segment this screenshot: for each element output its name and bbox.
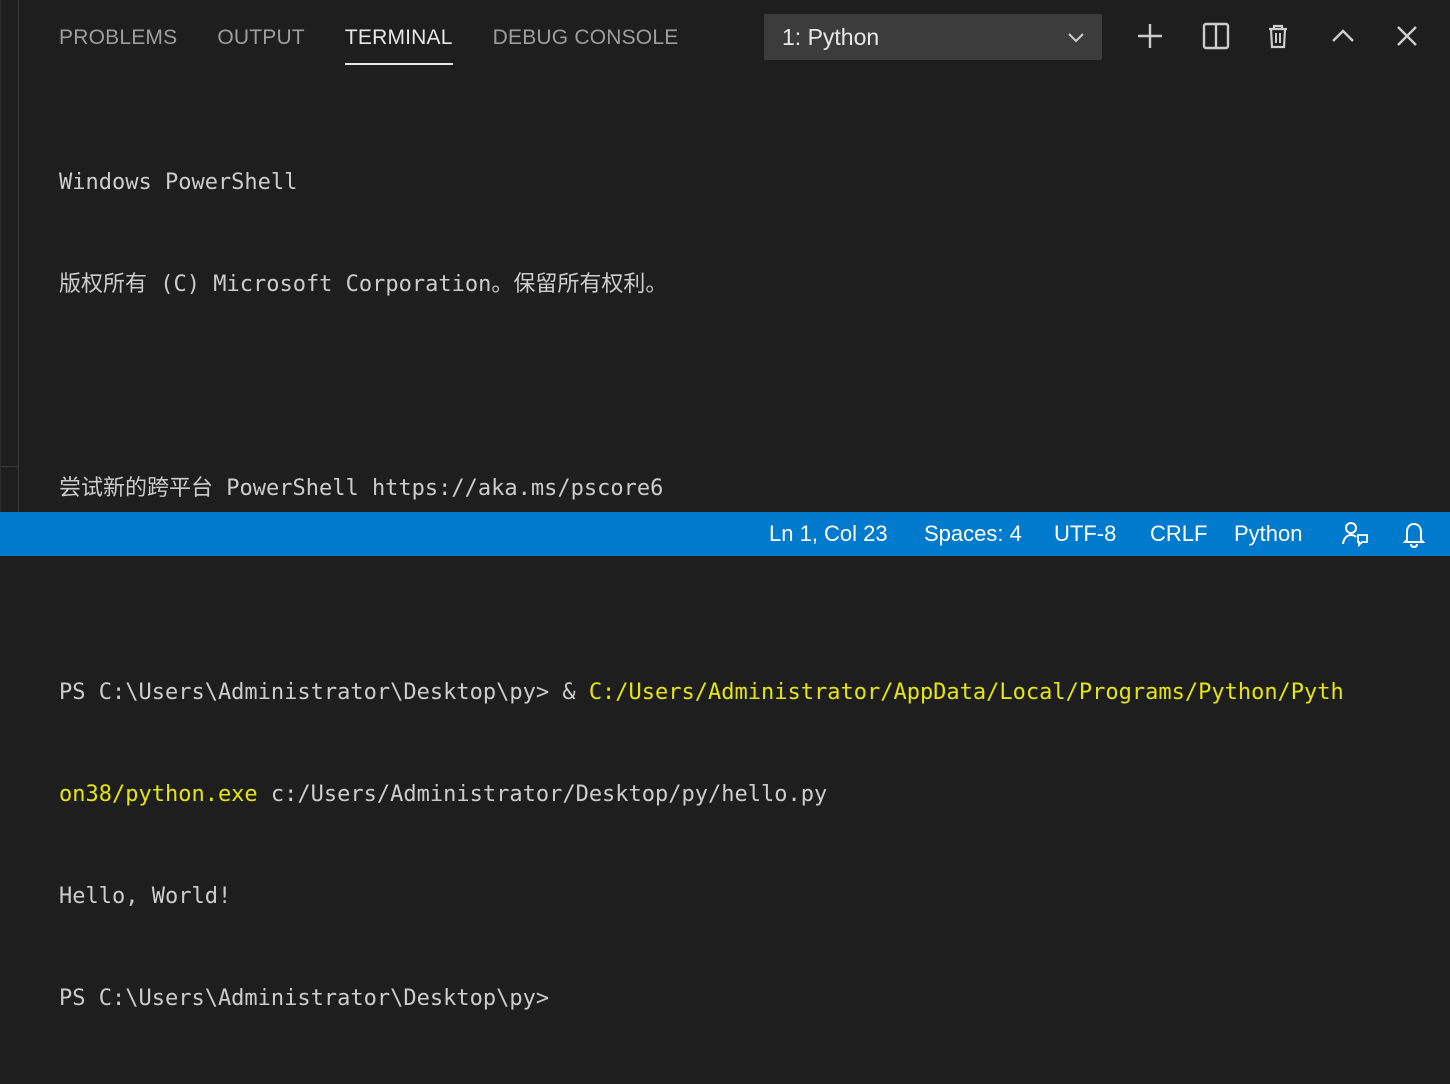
terminal-line-command: PS C:\Users\Administrator\Desktop\py> & … [59, 676, 1429, 710]
chevron-down-icon [1066, 27, 1086, 47]
left-edge-divider [1, 466, 19, 467]
command-exe-path-cont: on38/python.exe [59, 782, 258, 807]
terminal-panel: PROBLEMS OUTPUT TERMINAL DEBUG CONSOLE 1… [0, 0, 1450, 1011]
chevron-up-icon[interactable] [1327, 20, 1359, 52]
command-exe-path: C:/Users/Administrator/AppData/Local/Pro… [588, 680, 1344, 705]
tab-debug-console[interactable]: DEBUG CONSOLE [493, 22, 679, 62]
left-edge [1, 0, 19, 512]
status-eol[interactable]: CRLF [1150, 521, 1207, 547]
tab-problems[interactable]: PROBLEMS [59, 22, 177, 62]
panel-tabs: PROBLEMS OUTPUT TERMINAL DEBUG CONSOLE [59, 22, 718, 68]
terminal-output[interactable]: Windows PowerShell 版权所有 (C) Microsoft Co… [59, 98, 1429, 1084]
tab-output[interactable]: OUTPUT [217, 22, 305, 62]
status-encoding[interactable]: UTF-8 [1054, 521, 1116, 547]
trash-icon[interactable] [1262, 20, 1294, 52]
terminal-line-command-wrap: on38/python.exe c:/Users/Administrator/D… [59, 778, 1429, 812]
tab-terminal[interactable]: TERMINAL [344, 22, 453, 65]
bell-icon[interactable] [1399, 519, 1429, 549]
terminal-line-pscore: 尝试新的跨平台 PowerShell https://aka.ms/pscore… [59, 476, 664, 501]
status-language[interactable]: Python [1234, 521, 1303, 547]
terminal-select[interactable]: 1: Python [764, 14, 1102, 60]
command-prompt: PS C:\Users\Administrator\Desktop\py> & [59, 680, 589, 705]
terminal-select-value: 1: Python [782, 24, 880, 50]
status-bar: Ln 1, Col 23 Spaces: 4 UTF-8 CRLF Python [0, 512, 1450, 556]
command-arg: c:/Users/Administrator/Desktop/py/hello.… [257, 782, 828, 807]
plus-icon[interactable] [1134, 20, 1166, 52]
status-cursor-position[interactable]: Ln 1, Col 23 [769, 521, 888, 547]
close-icon[interactable] [1391, 20, 1423, 52]
terminal-line-header: Windows PowerShell [59, 170, 298, 195]
status-indentation[interactable]: Spaces: 4 [924, 521, 1022, 547]
terminal-line-copyright: 版权所有 (C) Microsoft Corporation。保留所有权利。 [59, 272, 668, 297]
split-icon[interactable] [1200, 20, 1232, 52]
terminal-line-output: Hello, World! [59, 884, 232, 909]
feedback-icon[interactable] [1340, 519, 1370, 549]
terminal-line-prompt: PS C:\Users\Administrator\Desktop\py> [59, 986, 550, 1011]
